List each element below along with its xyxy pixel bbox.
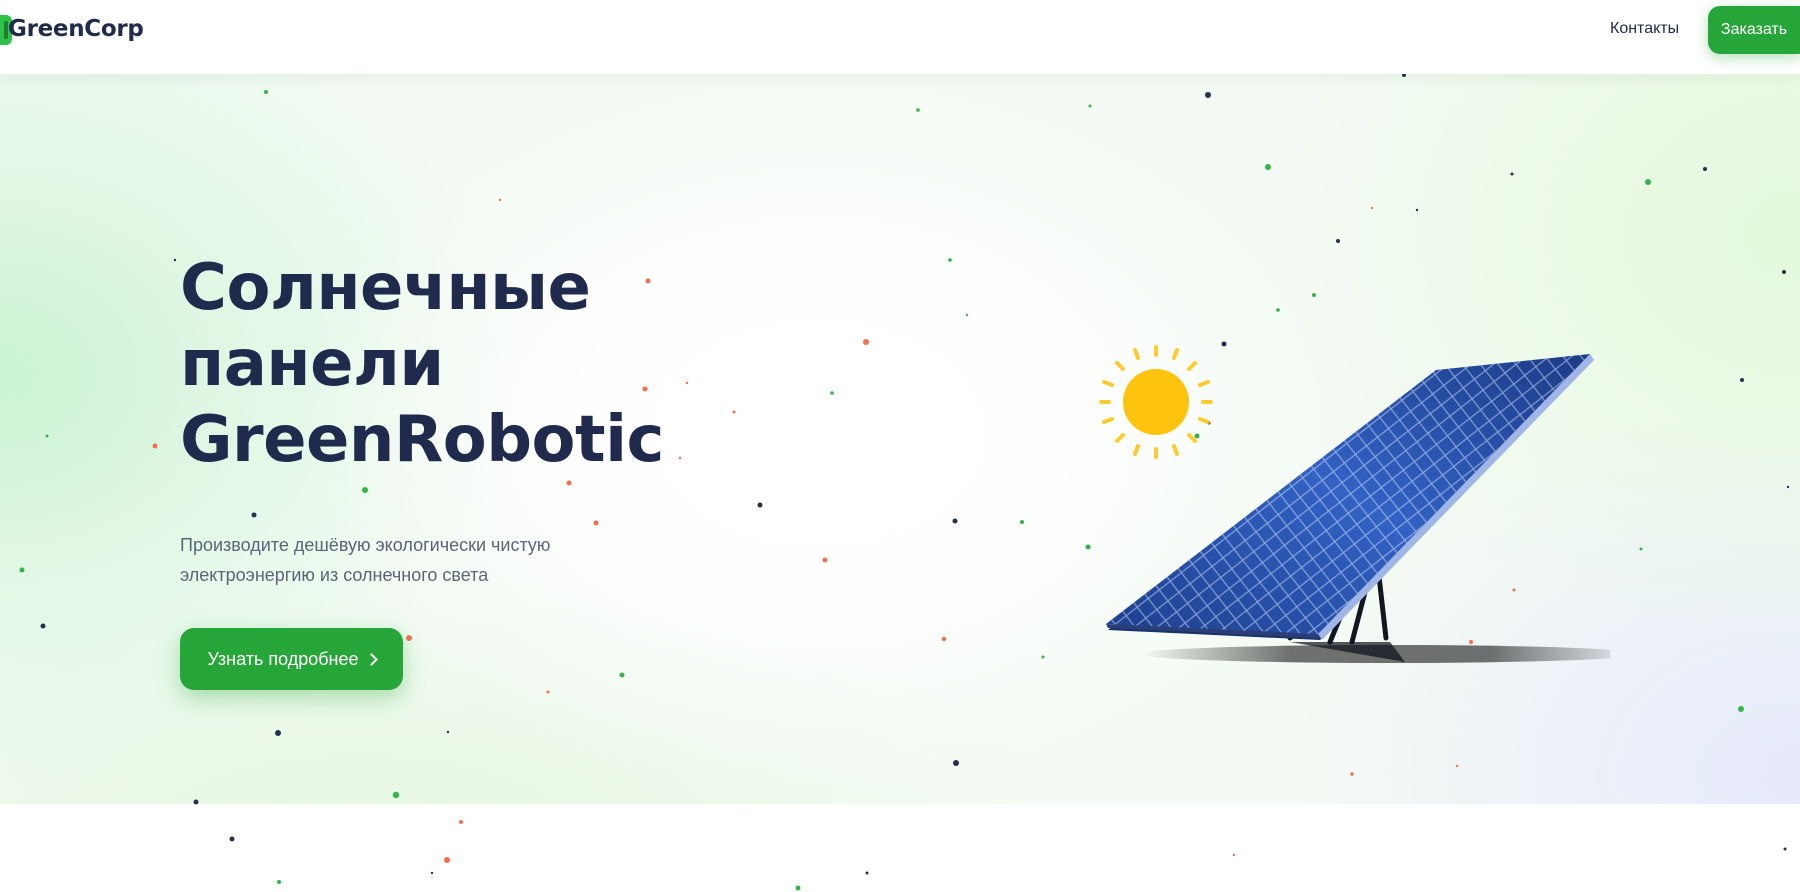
- hero-title-line-3: GreenRobotic: [180, 403, 664, 477]
- nav-contacts-link[interactable]: Контакты: [1610, 20, 1679, 38]
- order-button[interactable]: Заказать: [1708, 6, 1800, 54]
- logo-text: GreenCorp: [8, 16, 144, 42]
- logo-link[interactable]: GreenCorp: [0, 12, 144, 48]
- solar-illustration: [1099, 345, 1610, 663]
- learn-more-label: Узнать подробнее: [207, 648, 359, 669]
- chevron-right-icon: [364, 653, 378, 666]
- hero-title: Солнечные панели GreenRobotic: [180, 250, 800, 478]
- hero-title-line-1: Солнечные: [180, 251, 591, 325]
- sun-icon: [1099, 345, 1213, 459]
- hero-title-line-2: панели: [180, 327, 444, 401]
- hero-subtitle: Производите дешёвую экологически чистую …: [180, 535, 551, 585]
- learn-more-button[interactable]: Узнать подробнее: [180, 628, 403, 690]
- hero-section: Солнечные панели GreenRobotic Производит…: [0, 74, 1800, 804]
- site-header: GreenCorp Контакты Заказать: [0, 0, 1800, 74]
